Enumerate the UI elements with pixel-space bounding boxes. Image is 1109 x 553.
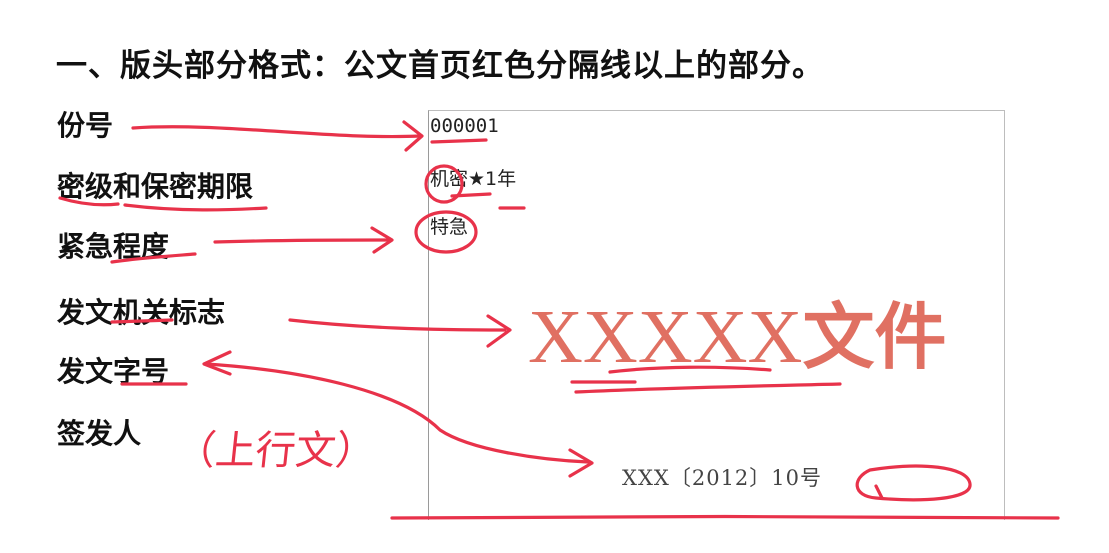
label-urgency: 紧急程度: [57, 230, 170, 263]
label-secrecy: 密级和保密期限: [57, 170, 254, 203]
doc-secrecy: 机密★1年: [430, 168, 517, 190]
doc-copy-number: 000001: [430, 115, 499, 137]
arrow-copy-number: [131, 125, 422, 139]
doc-issuer-name: XXXXX: [528, 295, 803, 379]
arrowhead-copy-number: [402, 120, 424, 152]
label-copy-number: 份号: [57, 109, 114, 142]
arrow-urgency: [213, 238, 390, 244]
handwritten-note: （上行文）: [173, 428, 378, 474]
doc-number: XXX〔2012〕10号: [622, 466, 823, 490]
label-doc-number: 发文字号: [57, 355, 170, 388]
label-issuer-mark: 发文机关标志: [57, 296, 226, 329]
page-heading: 一、版头部分格式：公文首页红色分隔线以上的部分。: [56, 48, 824, 84]
arrowhead-urgency: [370, 226, 394, 254]
label-signer: 签发人: [57, 417, 142, 450]
underline-secrecy-2: [123, 203, 268, 212]
doc-issuer-mark: XXXXX文件: [528, 278, 946, 383]
doc-urgency: 特急: [430, 216, 469, 238]
arrowhead-doc-number: [202, 350, 232, 376]
doc-issuer-suffix: 文件: [802, 298, 947, 378]
